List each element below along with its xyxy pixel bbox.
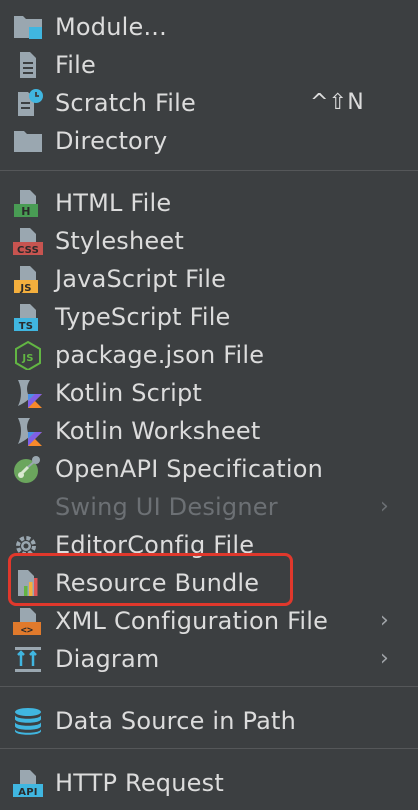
html-file-icon: H bbox=[12, 188, 44, 218]
menu-item-html-file[interactable]: H HTML File bbox=[0, 184, 418, 222]
menu-item-label: JavaScript File bbox=[55, 265, 227, 293]
module-icon bbox=[12, 12, 44, 42]
menu-item-label: File bbox=[55, 51, 96, 79]
svg-text:CSS: CSS bbox=[17, 245, 39, 256]
svg-text:TS: TS bbox=[19, 321, 33, 332]
diagram-icon bbox=[12, 644, 44, 674]
css-file-icon: CSS bbox=[12, 226, 44, 256]
menu-item-label: Data Source in Path bbox=[55, 707, 297, 735]
new-file-menu: Module... File Scratch File ^⇧N Director… bbox=[0, 0, 418, 810]
menu-item-file[interactable]: File bbox=[0, 46, 418, 84]
menu-item-label: package.json File bbox=[55, 341, 265, 369]
menu-item-diagram[interactable]: Diagram › bbox=[0, 640, 418, 678]
menu-item-label: Kotlin Script bbox=[55, 379, 203, 407]
menu-item-kotlin-worksheet[interactable]: Kotlin Worksheet bbox=[0, 412, 418, 450]
ts-file-icon: TS bbox=[12, 302, 44, 332]
menu-item-xml-configuration-file[interactable]: <> XML Configuration File › bbox=[0, 602, 418, 640]
menu-item-label: Diagram bbox=[55, 645, 160, 673]
menu-item-http-request[interactable]: API HTTP Request bbox=[0, 764, 418, 802]
menu-item-javascript-file[interactable]: JS JavaScript File bbox=[0, 260, 418, 298]
svg-text:<>: <> bbox=[21, 625, 33, 636]
menu-item-label: OpenAPI Specification bbox=[55, 455, 323, 483]
menu-item-swing-ui-designer: Swing UI Designer › bbox=[0, 488, 418, 526]
http-request-icon: API bbox=[12, 768, 44, 798]
menu-item-label: Swing UI Designer bbox=[55, 493, 278, 521]
menu-item-data-source-in-path[interactable]: Data Source in Path bbox=[0, 702, 418, 740]
menu-item-label: Directory bbox=[55, 127, 168, 155]
menu-separator bbox=[0, 686, 418, 687]
menu-item-scratch-file[interactable]: Scratch File ^⇧N bbox=[0, 84, 418, 122]
nodejs-icon: JS bbox=[12, 340, 44, 372]
file-icon bbox=[12, 50, 44, 80]
svg-text:JS: JS bbox=[19, 283, 31, 294]
menu-item-label: Scratch File bbox=[55, 89, 197, 117]
scratch-file-icon bbox=[12, 88, 44, 118]
shortcut-label: ^⇧N bbox=[310, 90, 364, 115]
menu-item-kotlin-script[interactable]: Kotlin Script bbox=[0, 374, 418, 412]
xml-file-icon: <> bbox=[12, 606, 44, 636]
menu-item-label: Stylesheet bbox=[55, 227, 184, 255]
menu-item-label: HTML File bbox=[55, 189, 172, 217]
highlight-annotation-box bbox=[8, 553, 293, 606]
svg-text:JS: JS bbox=[21, 353, 33, 364]
js-file-icon: JS bbox=[12, 264, 44, 294]
menu-separator bbox=[0, 748, 418, 749]
svg-text:H: H bbox=[21, 205, 30, 218]
menu-item-label: XML Configuration File bbox=[55, 607, 329, 635]
menu-item-typescript-file[interactable]: TS TypeScript File bbox=[0, 298, 418, 336]
database-icon bbox=[12, 706, 44, 736]
menu-item-package-json[interactable]: JS package.json File bbox=[0, 336, 418, 374]
menu-item-stylesheet[interactable]: CSS Stylesheet bbox=[0, 222, 418, 260]
menu-item-label: Module... bbox=[55, 13, 167, 41]
menu-separator bbox=[0, 170, 418, 171]
submenu-arrow-icon: › bbox=[380, 646, 389, 671]
submenu-arrow-icon: › bbox=[380, 608, 389, 633]
menu-item-openapi-specification[interactable]: OpenAPI Specification bbox=[0, 450, 418, 488]
menu-item-label: HTTP Request bbox=[55, 769, 224, 797]
folder-icon bbox=[12, 126, 44, 156]
kotlin-script-icon bbox=[12, 378, 44, 408]
menu-item-module[interactable]: Module... bbox=[0, 8, 418, 46]
svg-text:API: API bbox=[18, 787, 37, 798]
menu-item-label: Kotlin Worksheet bbox=[55, 417, 261, 445]
menu-item-directory[interactable]: Directory bbox=[0, 122, 418, 160]
kotlin-worksheet-icon bbox=[12, 416, 44, 446]
openapi-icon bbox=[12, 454, 44, 484]
menu-item-label: TypeScript File bbox=[55, 303, 231, 331]
submenu-arrow-icon: › bbox=[380, 494, 389, 519]
